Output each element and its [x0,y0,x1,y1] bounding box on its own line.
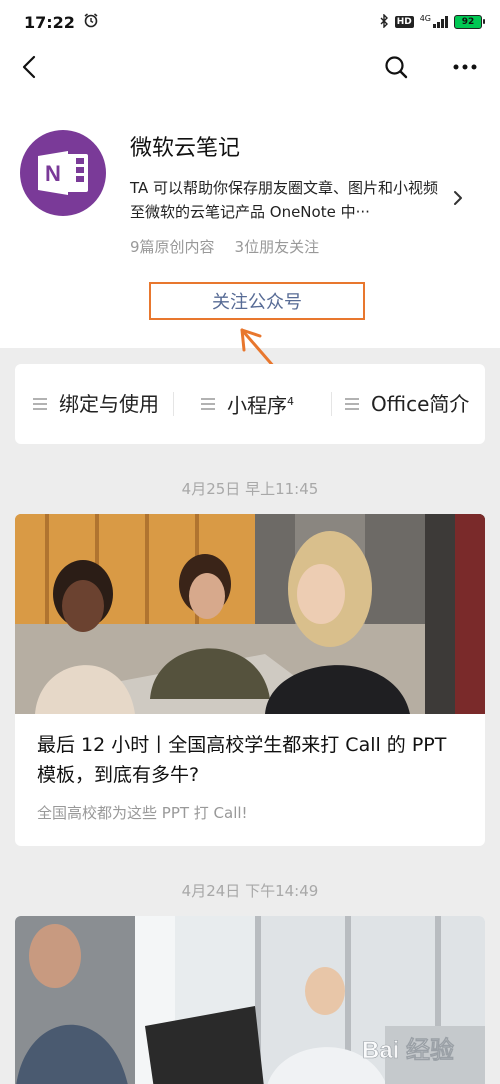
chevron-right-icon[interactable] [452,188,472,208]
status-time: 17:22 [24,12,75,32]
menu-lines-icon [33,398,47,410]
hd-badge: HD [394,16,414,28]
article-date: 4月25日 早上11:45 [181,480,319,498]
account-description[interactable]: TA 可以帮助你保存朋友圈文章、图片和小视频至微软的云笔记产品 OneNote … [130,176,450,224]
nav-bar [0,44,500,90]
menu-item-miniprogram[interactable]: 小程序4 [201,364,321,444]
account-stats: 9篇原创内容 3位朋友关注 [130,236,319,257]
network-label: 4G [419,13,431,23]
menu-divider [331,392,332,416]
menu-item-bind[interactable]: 绑定与使用 [33,364,173,444]
onenote-logo: N [38,151,88,195]
account-menu: 绑定与使用 小程序4 Office简介 [15,364,485,444]
search-icon [385,56,408,79]
article-cover-image [15,916,485,1084]
back-icon [22,55,36,79]
alarm-icon [83,12,99,32]
menu-lines-icon [201,398,215,410]
account-name: 微软云笔记 [130,136,241,161]
signal-icon [433,16,448,28]
more-icon [453,64,477,70]
more-button[interactable] [448,50,482,84]
friends-following: 3位朋友关注 [234,238,320,256]
menu-badge: 4 [287,395,294,409]
status-bar: 17:22 HD 4G 92 [0,0,500,44]
menu-label-text: 小程序 [227,393,287,418]
follow-button[interactable]: 关注公众号 [149,282,365,320]
menu-divider [173,392,174,416]
menu-label: 小程序4 [227,388,294,420]
article-cover-image [15,514,485,714]
search-button[interactable] [380,50,412,84]
menu-item-office[interactable]: Office简介 [345,364,475,444]
article-card[interactable] [15,916,485,1084]
article-summary: 全国高校都为这些 PPT 打 Call! [37,804,248,822]
back-button[interactable] [14,50,44,84]
battery-level: 92 [461,17,475,27]
menu-lines-icon [345,398,359,410]
article-title: 最后 12 小时丨全国高校学生都来打 Call 的 PPT 模板，到底有多牛? [37,734,447,786]
account-profile: N 微软云笔记 TA 可以帮助你保存朋友圈文章、图片和小视频至微软的云笔记产品 … [0,90,500,348]
account-avatar[interactable]: N [20,130,106,216]
article-date: 4月24日 下午14:49 [181,882,319,900]
battery-icon: 92 [454,15,485,29]
bluetooth-icon [379,12,389,31]
svg-text:N: N [45,161,61,186]
article-card[interactable]: 最后 12 小时丨全国高校学生都来打 Call 的 PPT 模板，到底有多牛? … [15,514,485,846]
original-count: 9篇原创内容 [130,238,215,256]
menu-label: 绑定与使用 [59,392,159,416]
menu-label: Office简介 [371,392,470,416]
